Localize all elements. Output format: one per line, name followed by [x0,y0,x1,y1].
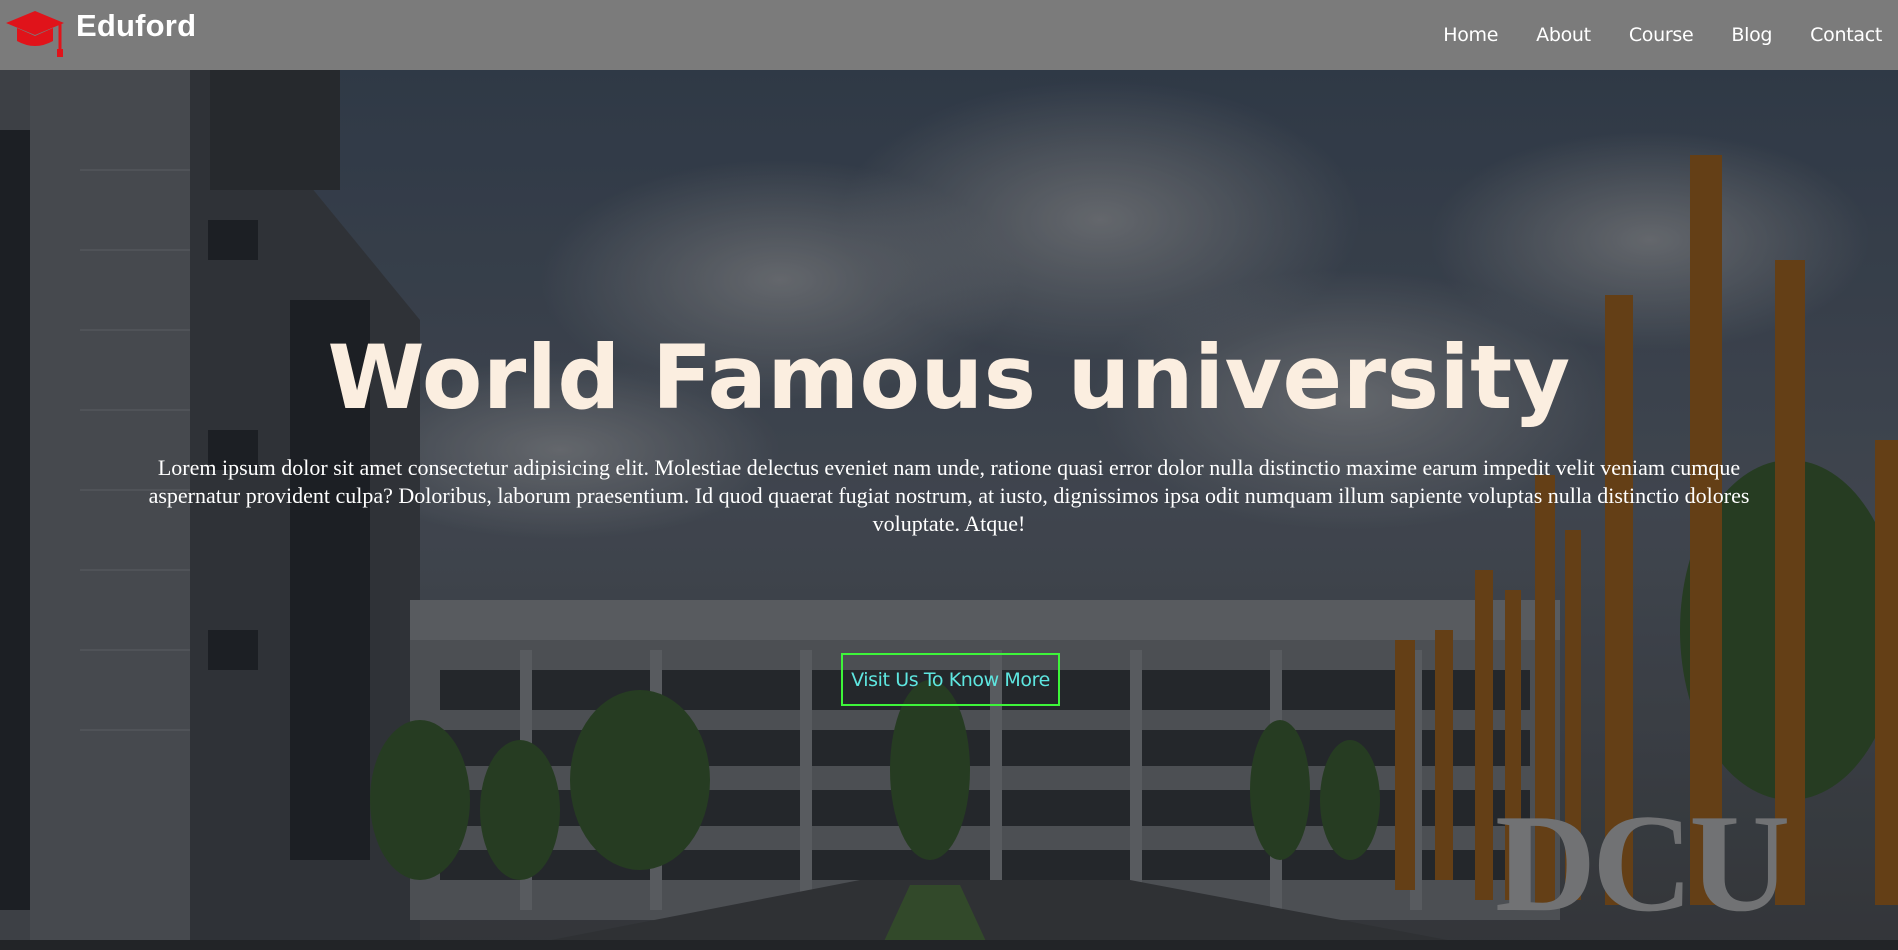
nav-contact-link[interactable]: Contact [1810,24,1882,46]
graduation-cap-icon [6,11,64,57]
nav-blog-link[interactable]: Blog [1731,24,1772,46]
hero-title: World Famous university [327,326,1571,429]
main-nav: Home About Course Blog Contact [1405,24,1882,46]
brand[interactable]: Eduford [4,0,196,70]
visit-us-button[interactable]: Visit Us To Know More [841,653,1060,706]
brand-name: Eduford [76,8,197,43]
nav-home-link[interactable]: Home [1443,24,1498,46]
nav-course-link[interactable]: Course [1629,24,1694,46]
nav-about-link[interactable]: About [1536,24,1591,46]
hero-description: Lorem ipsum dolor sit amet consectetur a… [148,455,1750,536]
hero-section: DCU World Famous university Lorem ipsum … [0,70,1898,950]
site-header: Eduford Home About Course Blog Contact [0,0,1898,70]
